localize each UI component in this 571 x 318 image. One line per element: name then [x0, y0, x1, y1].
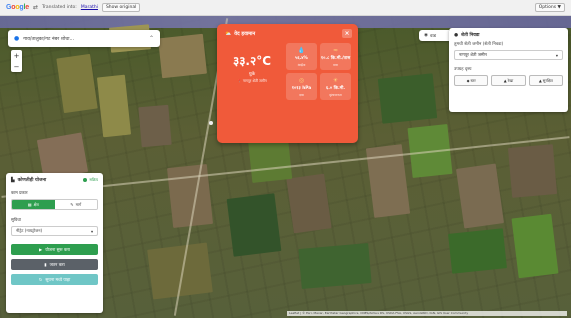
field-patch [507, 144, 558, 198]
field-patch [56, 53, 98, 114]
weather-location: 📍 नागपूर शेती जमीन [237, 79, 267, 83]
google-logo: Google [6, 4, 29, 11]
zoom-in-button[interactable]: + [14, 52, 20, 60]
translate-bar: Google ⇄ Translated into: Marathi Show o… [0, 0, 571, 16]
temperature: ३३.२°C [232, 54, 272, 68]
field-patch [158, 33, 207, 79]
visibility-stat: ☀ ६.० कि.मी. दृश्यमानता [320, 73, 351, 100]
pen-icon: ✎ [70, 202, 74, 207]
mode-label: काम प्रकार [11, 190, 28, 195]
map-cursor [209, 121, 213, 125]
view-label: उपग्रह दृश्य [454, 67, 472, 72]
farm-select-label: तुमची शेती जमीन (शेती निवडा) [454, 42, 504, 47]
weather-card: ⛅ वेद हवामान × ३३.२°C धुके 📍 नागपूर शेती… [217, 24, 358, 143]
mode-line-button[interactable]: ✎ मार्ग [54, 200, 97, 209]
weather-title: वेद हवामान [234, 30, 256, 37]
close-button[interactable]: × [342, 29, 352, 38]
save-icon: ▮ [44, 262, 47, 267]
cloud-sun-icon: ⛅ [225, 30, 232, 37]
location-pin-icon: ● [454, 32, 459, 38]
play-icon: ▶ [38, 247, 43, 252]
sun-icon: ☀ [332, 76, 339, 84]
planning-panel: ▙ कोणतीही योजना सक्रिय काम प्रकार ▦ क्षेत… [6, 173, 103, 313]
chart-icon: ▙ [11, 177, 15, 183]
crop-label: सुविधा [11, 217, 21, 222]
field-patch [226, 193, 282, 257]
grid-icon: ▦ [27, 202, 32, 207]
chevron-down-icon: ▾ [90, 228, 93, 234]
language-selector[interactable]: Marathi [81, 5, 98, 10]
translated-into-label: Translated into: [41, 5, 77, 10]
panel-title: कोणतीही योजना [17, 178, 47, 183]
draw-icon: ▲ [503, 78, 507, 83]
crop-select[interactable]: नीट्रेट (नायट्रोजन) ▾ [11, 226, 98, 236]
export-button[interactable]: ▲ सुरक्षित [528, 75, 563, 86]
chevron-down-icon: ▾ [555, 52, 558, 58]
wind-stat: ≈ १०.८ कि.मी./तास वारा [320, 43, 351, 70]
layers-icon: ◆ [466, 78, 470, 83]
search-input[interactable]: गाव/तालुका/गट नंबर शोधा... [23, 36, 145, 42]
show-original-button[interactable]: Show original [101, 3, 141, 12]
field-patch [298, 243, 372, 289]
export-icon: ▲ [538, 78, 542, 83]
draw-button[interactable]: ▲ रेखा [491, 75, 526, 86]
field-patch [138, 104, 172, 148]
map-layer-chip[interactable]: ◉ वाड [419, 30, 449, 41]
search-icon: ● [14, 35, 20, 42]
zoom-control: + − [11, 50, 22, 72]
status-badge: सक्रिय [83, 177, 98, 183]
start-plan-button[interactable]: ▶ योजना सुरू करा [11, 244, 98, 255]
field-patch [96, 74, 132, 138]
refresh-icon: ↻ [38, 277, 43, 282]
translate-icon: ⇄ [32, 4, 38, 11]
view-report-button[interactable]: ↻ सूचना मध्ये पाहा [11, 274, 98, 285]
field-patch [286, 173, 332, 234]
chevron-up-icon[interactable]: ⌃ [149, 35, 154, 42]
wind-icon: ≈ [332, 46, 339, 54]
field-patch [377, 73, 438, 124]
mode-toggle: ▦ क्षेत्र ✎ मार्ग [11, 199, 98, 210]
weather-description: धुके [248, 72, 256, 77]
humidity-icon: 💧 [297, 46, 306, 54]
panel-title: शेती निवडा [461, 33, 480, 38]
farm-select-dropdown[interactable]: नागपूर शेती जमीन ▾ [454, 50, 563, 60]
field-patch [511, 213, 559, 279]
layer-icon: ◉ [424, 33, 428, 38]
humidity-stat: 💧 ५६.४% आर्द्रता [286, 43, 317, 70]
pressure-stat: ◎ १०१३ hPa दाब [286, 73, 317, 100]
options-button[interactable]: Options ▼ [534, 3, 565, 12]
pressure-icon: ◎ [298, 76, 305, 84]
field-patch [448, 228, 507, 274]
layers-button[interactable]: ◆ स्तर [454, 75, 489, 86]
map-attribution: Leaflet | © Esri, Maxar, Earthstar Geogr… [287, 311, 567, 316]
location-search[interactable]: ● गाव/तालुका/गट नंबर शोधा... ⌃ [8, 30, 160, 47]
save-plan-button[interactable]: ▮ जतन करा [11, 259, 98, 270]
zoom-out-button[interactable]: − [14, 63, 20, 71]
farm-select-panel: ● शेती निवडा तुमची शेती जमीन (शेती निवडा… [449, 28, 568, 112]
field-patch [456, 163, 504, 229]
mode-area-button[interactable]: ▦ क्षेत्र [12, 200, 55, 209]
